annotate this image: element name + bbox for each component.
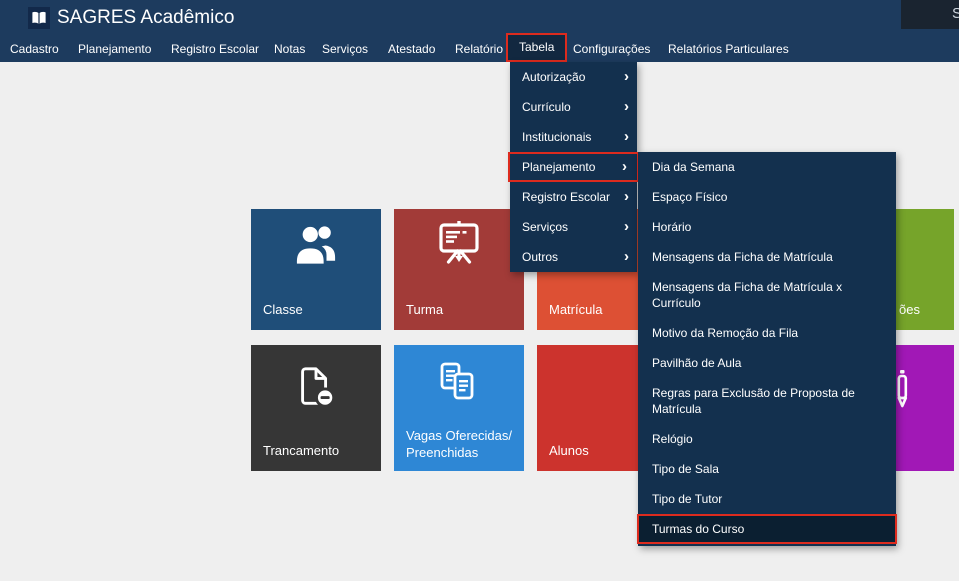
menu-tabela[interactable]: Tabela <box>506 33 567 62</box>
submenu-item-mensagens-ficha-matricula[interactable]: Mensagens da Ficha de Matrícula <box>638 242 896 272</box>
menu-registro-escolar[interactable]: Registro Escolar <box>171 36 259 62</box>
document-minus-icon <box>293 365 339 411</box>
dropdown-item-label: Registro Escolar <box>522 190 610 204</box>
submenu-item-espaco-fisico[interactable]: Espaço Físico <box>638 182 896 212</box>
app-title: SAGRES Acadêmico <box>57 0 234 36</box>
sagres-home-page: Classe Turma Matrícula ões Trancamento <box>0 0 959 581</box>
dropdown-item-label: Planejamento <box>522 160 595 174</box>
tile-label-line1: Vagas Oferecidas/ <box>406 427 512 444</box>
tile-label: Alunos <box>549 443 589 458</box>
corner-button-label: S <box>952 5 959 22</box>
dropdown-item-institucionais[interactable]: Institucionais › <box>510 122 637 152</box>
presentation-board-icon <box>435 221 483 267</box>
dropdown-item-planejamento[interactable]: Planejamento › <box>508 152 639 182</box>
documents-icon <box>435 362 483 406</box>
menu-planejamento[interactable]: Planejamento <box>78 36 151 62</box>
submenu-item-dia-da-semana[interactable]: Dia da Semana <box>638 152 896 182</box>
submenu-item-relogio[interactable]: Relógio <box>638 424 896 454</box>
tabela-dropdown: Autorização › Currículo › Institucionais… <box>510 62 637 272</box>
chevron-right-icon: › <box>624 62 629 92</box>
chevron-right-icon: › <box>624 92 629 122</box>
tile-label: Classe <box>263 302 303 317</box>
tile-label-line2: Preenchidas <box>406 444 512 461</box>
submenu-item-turmas-do-curso[interactable]: Turmas do Curso <box>637 514 897 544</box>
submenu-item-tipo-de-tutor[interactable]: Tipo de Tutor <box>638 484 896 514</box>
dropdown-item-label: Institucionais <box>522 130 591 144</box>
tile-vagas-oferecidas-preenchidas[interactable]: Vagas Oferecidas/ Preenchidas <box>394 345 524 471</box>
tile-turma[interactable]: Turma <box>394 209 524 330</box>
tile-label: ões <box>899 302 920 317</box>
dropdown-item-label: Currículo <box>522 100 571 114</box>
menu-relatorio[interactable]: Relatório <box>455 36 503 62</box>
planejamento-submenu: Dia da Semana Espaço Físico Horário Mens… <box>638 152 896 546</box>
dropdown-item-outros[interactable]: Outros › <box>510 242 637 272</box>
submenu-item-horario[interactable]: Horário <box>638 212 896 242</box>
app-logo <box>28 7 50 29</box>
menu-atestado[interactable]: Atestado <box>388 36 435 62</box>
submenu-item-motivo-remocao-fila[interactable]: Motivo da Remoção da Fila <box>638 318 896 348</box>
tile-label: Trancamento <box>263 443 339 458</box>
dropdown-item-servicos[interactable]: Serviços › <box>510 212 637 242</box>
menubar: Cadastro Planejamento Registro Escolar N… <box>0 36 959 62</box>
chevron-right-icon: › <box>624 122 629 152</box>
submenu-item-regras-exclusao-proposta-matricula[interactable]: Regras para Exclusão de Proposta de Matr… <box>638 378 896 424</box>
corner-button[interactable]: S <box>901 0 959 29</box>
tile-label: Vagas Oferecidas/ Preenchidas <box>406 427 512 461</box>
tile-label: Turma <box>406 302 443 317</box>
chevron-right-icon: › <box>624 212 629 242</box>
chevron-right-icon: › <box>624 242 629 272</box>
submenu-item-tipo-de-sala[interactable]: Tipo de Sala <box>638 454 896 484</box>
menu-relatorios-particulares[interactable]: Relatórios Particulares <box>668 36 789 62</box>
chevron-right-icon: › <box>622 152 627 182</box>
tile-label: Matrícula <box>549 302 602 317</box>
dropdown-item-label: Serviços <box>522 220 568 234</box>
submenu-item-pavilhao-de-aula[interactable]: Pavilhão de Aula <box>638 348 896 378</box>
menu-notas[interactable]: Notas <box>274 36 305 62</box>
dropdown-item-autorizacao[interactable]: Autorização › <box>510 62 637 92</box>
menu-configuracoes[interactable]: Configurações <box>573 36 650 62</box>
tile-trancamento[interactable]: Trancamento <box>251 345 381 471</box>
open-book-icon <box>30 9 48 27</box>
people-icon <box>293 224 339 266</box>
menu-cadastro[interactable]: Cadastro <box>10 36 59 62</box>
chevron-right-icon: › <box>624 182 629 212</box>
dropdown-item-label: Autorização <box>522 70 585 84</box>
menu-servicos[interactable]: Serviços <box>322 36 368 62</box>
app-header: SAGRES Acadêmico S <box>0 0 959 36</box>
submenu-item-mensagens-ficha-matricula-x-curriculo[interactable]: Mensagens da Ficha de Matrícula x Curríc… <box>638 272 896 318</box>
dropdown-item-curriculo[interactable]: Currículo › <box>510 92 637 122</box>
tile-classe[interactable]: Classe <box>251 209 381 330</box>
dropdown-item-label: Outros <box>522 250 558 264</box>
dropdown-item-registro-escolar[interactable]: Registro Escolar › <box>510 182 637 212</box>
